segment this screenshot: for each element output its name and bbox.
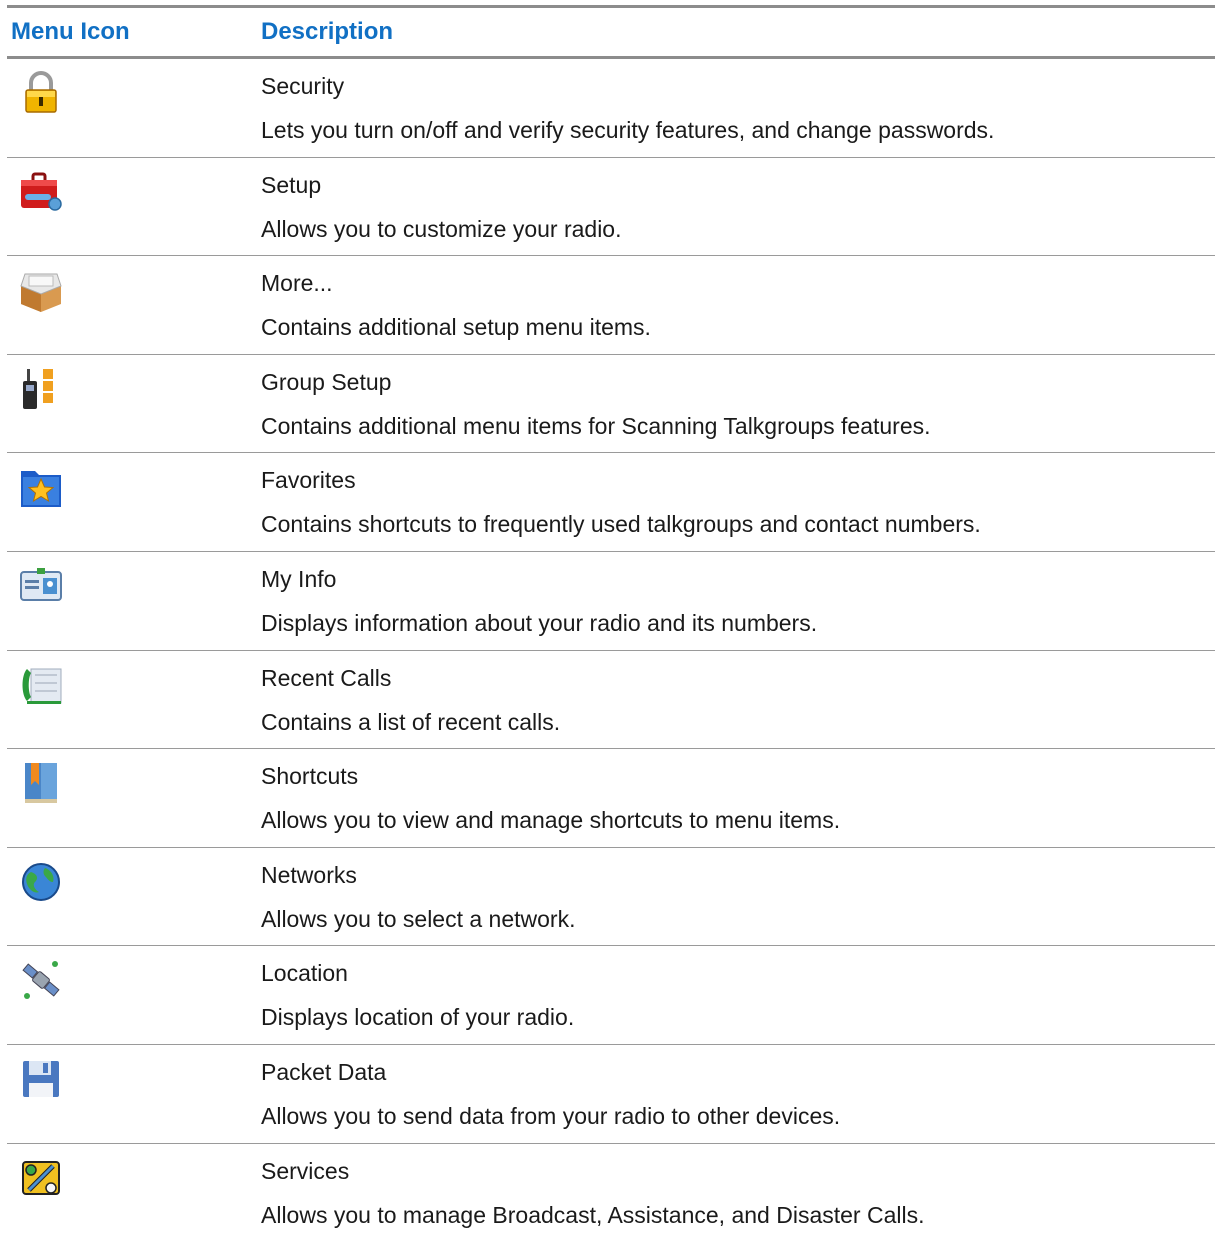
item-title: Shortcuts: [261, 763, 359, 790]
table-row: Services Allows you to manage Broadcast,…: [7, 1144, 1215, 1242]
item-description: Contains shortcuts to frequently used ta…: [261, 511, 981, 538]
item-title: My Info: [261, 565, 337, 592]
item-description: Displays location of your radio.: [261, 1004, 575, 1031]
item-description: Contains additional menu items for Scann…: [261, 412, 931, 439]
item-title: Services: [261, 1157, 350, 1184]
table-row: Recent Calls Contains a list of recent c…: [7, 651, 1215, 750]
table-row: Security Lets you turn on/off and verify…: [7, 59, 1215, 158]
radio-group-icon: [23, 368, 53, 409]
toolbox-icon: [21, 172, 62, 211]
services-icon: [22, 1160, 60, 1195]
table-row: Favorites Contains shortcuts to frequent…: [7, 453, 1215, 552]
item-description: Allows you to view and manage shortcuts …: [261, 807, 841, 834]
table-row: My Info Displays information about your …: [7, 552, 1215, 651]
box-icon: [20, 273, 62, 313]
item-title: Packet Data: [261, 1058, 387, 1085]
lock-icon: [25, 71, 57, 113]
item-title: Location: [261, 960, 348, 987]
table-row: Packet Data Allows you to send data from…: [7, 1045, 1215, 1144]
item-description: Displays information about your radio an…: [261, 609, 818, 636]
item-title: Security: [261, 73, 345, 99]
item-title: More...: [261, 270, 333, 297]
table-row: Networks Allows you to select a network.: [7, 848, 1215, 947]
table-row: Shortcuts Allows you to view and manage …: [7, 749, 1215, 848]
item-description: Contains a list of recent calls.: [261, 708, 561, 735]
header-description: Description: [261, 18, 394, 45]
id-card-icon: [20, 567, 62, 601]
item-description: Allows you to customize your radio.: [261, 215, 622, 242]
item-title: Networks: [261, 861, 357, 888]
item-description: Allows you to select a network.: [261, 905, 576, 932]
bookmark-book-icon: [25, 763, 57, 804]
table-row: More... Contains additional setup menu i…: [7, 256, 1215, 355]
floppy-disk-icon: [23, 1060, 59, 1097]
item-description: Allows you to send data from your radio …: [261, 1102, 841, 1129]
table-header: Menu Icon Description: [7, 5, 1215, 59]
item-description: Contains additional setup menu items.: [261, 314, 651, 341]
item-description: Allows you to manage Broadcast, Assistan…: [261, 1201, 925, 1228]
item-title: Group Setup: [261, 368, 392, 395]
item-title: Favorites: [261, 467, 356, 494]
table-row: Setup Allows you to customize your radio…: [7, 158, 1215, 257]
table-row: Location Displays location of your radio…: [7, 946, 1215, 1045]
item-title: Setup: [261, 171, 322, 198]
table-row: Group Setup Contains additional menu ite…: [7, 355, 1215, 454]
item-description: Lets you turn on/off and verify security…: [261, 117, 995, 143]
globe-icon: [22, 862, 60, 901]
phone-list-icon: [22, 668, 62, 704]
menu-icon-table: Menu Icon Description Security Lets you …: [7, 5, 1215, 1242]
satellite-icon: [22, 961, 60, 1000]
item-title: Recent Calls: [261, 664, 392, 691]
star-folder-icon: [21, 471, 61, 508]
header-menu-icon: Menu Icon: [11, 18, 130, 45]
